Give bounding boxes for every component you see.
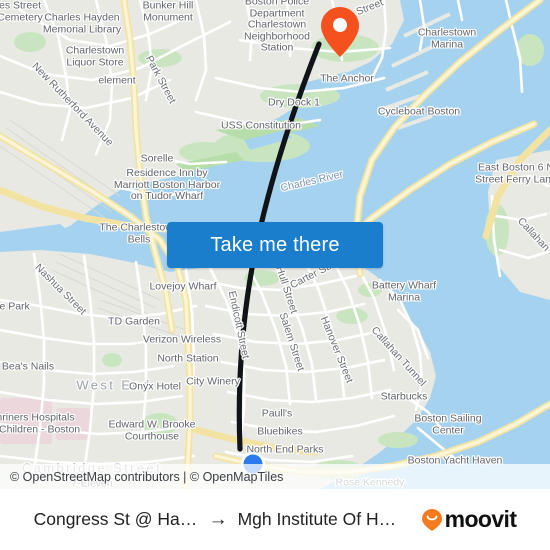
moovit-wordmark: moovit [444, 506, 517, 532]
moovit-pin-icon [421, 508, 442, 531]
trip-footer-bar: Congress St @ Haym... → Mgh Institute Of… [0, 489, 550, 550]
take-me-there-button[interactable]: Take me there [167, 222, 383, 268]
moovit-logo: moovit [421, 506, 517, 533]
map-canvas[interactable]: es Street Cemetery Charles Hayden Memoria… [0, 0, 550, 489]
destination-stop-label: Mgh Institute Of Heatlh Pr... [237, 509, 403, 529]
take-me-there-label: Take me there [210, 233, 340, 256]
map-attribution[interactable]: © OpenStreetMap contributors | © OpenMap… [0, 464, 550, 489]
arrow-right-icon: → [208, 508, 228, 530]
origin-stop-label: Congress St @ Haym... [33, 509, 199, 529]
moovit-trip-map-screen: es Street Cemetery Charles Hayden Memoria… [0, 0, 550, 550]
